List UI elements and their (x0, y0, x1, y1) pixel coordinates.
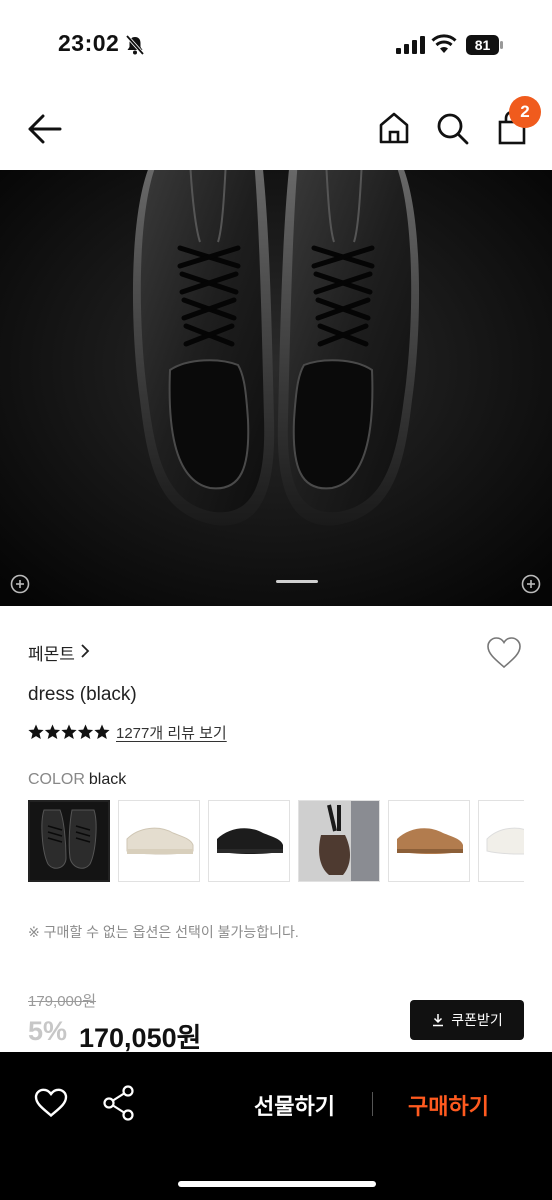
top-nav-bar (0, 88, 552, 170)
color-label: COLOR (28, 771, 85, 788)
search-icon[interactable] (434, 110, 470, 146)
chevron-right-icon[interactable] (80, 643, 90, 659)
color-swatch-list (28, 800, 524, 882)
wifi-icon (431, 34, 457, 53)
color-selected: black (88, 771, 127, 788)
status-bar: 23:02 81 (0, 0, 552, 88)
share-icon[interactable] (102, 1085, 136, 1121)
brand-link[interactable]: 페몬트 (28, 640, 75, 665)
coupon-button[interactable]: 쿠폰받기 (410, 1000, 524, 1040)
rating-stars-icon (28, 724, 110, 739)
left-circle-icon (10, 574, 30, 594)
cart-count-badge: 2 (509, 96, 541, 128)
bell-slash-icon (125, 34, 145, 56)
swatch-black-dress[interactable] (28, 800, 110, 882)
coupon-label: 쿠폰받기 (451, 1012, 503, 1028)
swatch-black-sneaker[interactable] (208, 800, 290, 882)
divider (372, 1092, 373, 1116)
heart-icon[interactable] (34, 1088, 68, 1118)
color-row: COLOR black (28, 771, 126, 789)
home-indicator (178, 1181, 376, 1187)
carousel-indicator (276, 580, 318, 583)
home-icon[interactable] (376, 110, 412, 146)
signal-icon (396, 36, 425, 54)
swatch-tan[interactable] (388, 800, 470, 882)
product-name: dress (black) (28, 684, 137, 705)
shoes-photo (0, 170, 552, 606)
review-link[interactable]: 1277개 리뷰 보기 (116, 722, 227, 743)
discount-rate: 5% (28, 1016, 68, 1046)
right-circle-icon (521, 574, 541, 594)
battery-level: 81 (475, 37, 491, 53)
wishlist-heart-icon[interactable] (486, 636, 522, 670)
option-notice: ※ 구매할 수 없는 옵션은 선택이 불가능합니다. (28, 924, 299, 940)
battery-icon: 81 (466, 35, 504, 55)
back-arrow-icon[interactable] (26, 110, 64, 148)
bottom-action-bar: 선물하기 구매하기 (0, 1052, 552, 1200)
gift-button[interactable]: 선물하기 (254, 1089, 335, 1121)
product-hero-image[interactable] (0, 170, 552, 606)
buy-button[interactable]: 구매하기 (408, 1089, 489, 1121)
swatch-brown-photo[interactable] (298, 800, 380, 882)
final-price: 170,050원 (79, 1023, 202, 1053)
original-price: 179,000원 (28, 993, 97, 1010)
download-icon (433, 1014, 444, 1027)
swatch-white[interactable] (478, 800, 524, 882)
status-time: 23:02 (58, 30, 120, 56)
swatch-beige[interactable] (118, 800, 200, 882)
